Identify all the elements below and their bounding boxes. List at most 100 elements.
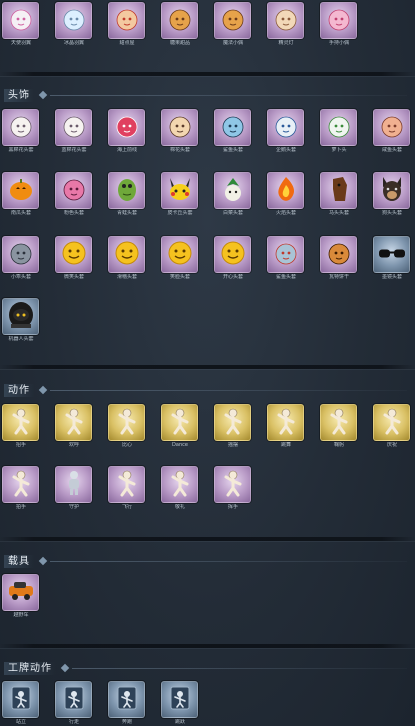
item-label: 笑脸头套 [169, 274, 190, 280]
item-tile[interactable] [2, 404, 39, 441]
item-tile[interactable] [161, 172, 198, 209]
item-tile[interactable] [267, 236, 304, 273]
item-tile[interactable] [108, 466, 145, 503]
item-tile[interactable] [161, 236, 198, 273]
figure-icon [167, 5, 193, 37]
item-tile[interactable] [161, 404, 198, 441]
item-tile[interactable] [55, 681, 92, 718]
item-tile[interactable] [214, 172, 251, 209]
pose-icon [116, 469, 138, 501]
item-tile[interactable] [214, 2, 251, 39]
pose-icon [275, 407, 297, 439]
item-label: 滑稽头套 [116, 274, 137, 280]
section-header-headwear: 头饰 [0, 89, 415, 103]
item-tile[interactable] [55, 2, 92, 39]
item-tile[interactable] [320, 236, 357, 273]
section-title: 工牌动作 [4, 662, 56, 675]
item-label: 拍手 [15, 504, 26, 510]
item-tile[interactable] [108, 404, 145, 441]
item-tile[interactable] [2, 2, 39, 39]
pink-doll-icon [326, 5, 352, 37]
item-tile[interactable] [2, 574, 39, 611]
pose-icon [10, 407, 32, 439]
item-tile[interactable] [320, 109, 357, 146]
item-tile[interactable] [108, 109, 145, 146]
item-tile[interactable] [55, 109, 92, 146]
section-rule [50, 390, 407, 391]
badge-figure-icon [10, 685, 32, 715]
item-label: 飞行 [121, 504, 132, 510]
item-label: 蓝棉花头套 [61, 147, 87, 153]
item-tile[interactable] [161, 466, 198, 503]
item-tile[interactable] [373, 172, 410, 209]
item-tile[interactable] [373, 404, 410, 441]
pose-icon [222, 469, 244, 501]
pikachu-head-icon [166, 176, 194, 206]
item-tile[interactable] [55, 466, 92, 503]
item-label: 皮卡丘头套 [167, 210, 193, 216]
item-tile[interactable] [108, 681, 145, 718]
item-label: 火焰头套 [275, 210, 296, 216]
item-label: 青蛙头套 [116, 210, 137, 216]
item-tile[interactable] [161, 109, 198, 146]
item-tile[interactable] [161, 2, 198, 39]
item-tile[interactable] [267, 109, 304, 146]
ice-wings-icon [61, 5, 87, 37]
item-label: 冰晶羽翼 [63, 40, 84, 46]
item-label: 开心头套 [222, 274, 243, 280]
item-tile[interactable] [320, 404, 357, 441]
item-label: 魔法小偶 [222, 40, 243, 46]
diamond-icon [38, 556, 48, 566]
item-label: 棉花头套 [169, 147, 190, 153]
item-label: 摇摆 [227, 442, 238, 448]
section-rule [50, 95, 407, 96]
item-tile[interactable] [320, 172, 357, 209]
pose-icon [63, 407, 85, 439]
item-tile[interactable] [161, 681, 198, 718]
smile-icon [61, 240, 87, 270]
lantern-icon [273, 5, 299, 37]
item-tile[interactable] [2, 681, 39, 718]
section-title: 头饰 [4, 89, 34, 102]
item-tile[interactable] [373, 236, 410, 273]
item-label: 精灵灯 [278, 40, 294, 46]
item-tile[interactable] [108, 236, 145, 273]
item-tile[interactable] [55, 172, 92, 209]
item-tile[interactable] [2, 298, 39, 335]
item-label: 瓦特饼干 [328, 274, 349, 280]
item-tile[interactable] [267, 172, 304, 209]
item-label: 南瓜头套 [10, 210, 31, 216]
item-tile[interactable] [214, 466, 251, 503]
section-divider [0, 365, 415, 369]
item-tile[interactable] [320, 2, 357, 39]
diamond-icon [38, 90, 48, 100]
item-label: 守护 [68, 504, 79, 510]
shark-fish-icon [273, 239, 299, 271]
item-label: 海上前线 [116, 147, 137, 153]
item-tile[interactable] [108, 172, 145, 209]
grey-ball-icon [8, 239, 34, 271]
item-tile[interactable] [214, 236, 251, 273]
item-tile[interactable] [55, 404, 92, 441]
item-tile[interactable] [2, 172, 39, 209]
item-tile[interactable] [2, 109, 39, 146]
item-tile[interactable] [2, 236, 39, 273]
item-label: 比心 [121, 442, 132, 448]
cake-head-icon [379, 112, 405, 144]
item-tile[interactable] [55, 236, 92, 273]
horse-head-icon [327, 175, 351, 207]
item-tile[interactable] [214, 109, 251, 146]
item-tile[interactable] [108, 2, 145, 39]
item-tile[interactable] [267, 404, 304, 441]
pose-icon [381, 407, 403, 439]
section-divider [0, 644, 415, 648]
item-tile[interactable] [267, 2, 304, 39]
item-label: 粉色头套 [63, 210, 84, 216]
item-tile[interactable] [373, 109, 410, 146]
item-tile[interactable] [214, 404, 251, 441]
item-label: 小乖头套 [10, 274, 31, 280]
item-label: Dance [172, 442, 188, 448]
item-label: 马头头套 [328, 210, 349, 216]
item-label: 墨镜头套 [381, 274, 402, 280]
item-tile[interactable] [2, 466, 39, 503]
